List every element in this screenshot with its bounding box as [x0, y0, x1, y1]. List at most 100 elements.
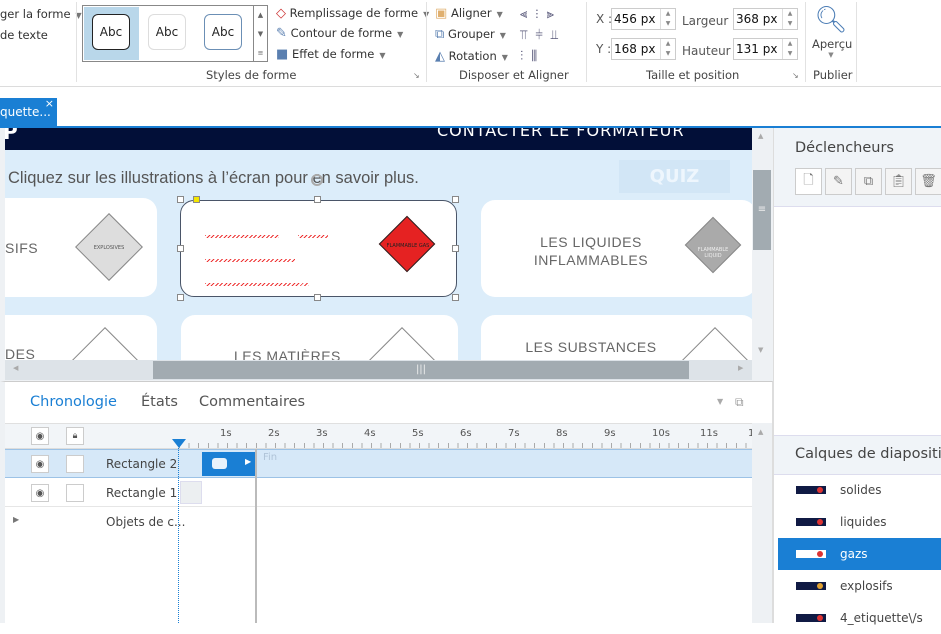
tab-timeline[interactable]: Chronologie	[30, 394, 117, 410]
pencil-icon: ✎	[276, 26, 287, 41]
quiz-button[interactable]: QUIZ	[619, 160, 730, 193]
layer-item[interactable]: 4_etiquette\/s	[778, 602, 941, 634]
x-label: X :	[596, 12, 613, 26]
paste-trigger-icon[interactable]: 📋︎	[885, 168, 912, 195]
rotate-icon: ◭	[435, 49, 445, 64]
end-marker[interactable]	[255, 449, 257, 623]
rotate-button[interactable]: ◭ Rotation ▼	[435, 49, 508, 64]
lock-all-icon[interactable]: 🔒︎	[66, 427, 84, 445]
shape-fill-button[interactable]: ◇ Remplissage de forme▼	[276, 6, 429, 21]
group-button[interactable]: ⧉ Grouper ▼	[435, 27, 506, 42]
resize-handle[interactable]	[177, 294, 184, 301]
resize-handle[interactable]	[177, 245, 184, 252]
timeline-vertical-scrollbar[interactable]: ▲	[752, 423, 772, 623]
row-name: Rectangle 2	[106, 457, 178, 471]
timeline-bar-rectangle-2[interactable]: ▶	[202, 452, 255, 476]
align-button[interactable]: ▣ Aligner ▼	[435, 6, 503, 21]
y-label: Y :	[596, 42, 612, 56]
scroll-up-icon[interactable]: ▲	[758, 132, 763, 140]
playhead-handle[interactable]	[172, 439, 186, 448]
card-row2-2[interactable]: LES MATIÈRES	[181, 315, 458, 360]
tab-notes[interactable]: Commentaires	[199, 394, 305, 410]
selected-card-gases[interactable]: FLAMMABLE GAS	[180, 200, 457, 297]
rotate-handle-icon[interactable]	[311, 174, 323, 186]
preview-button[interactable]: 🔍︎ Aperçu ▼	[812, 3, 852, 59]
horizontal-scrollbar[interactable]: ||| ◀ ▶	[5, 360, 752, 380]
style-preview-1[interactable]: Abc	[92, 14, 130, 50]
ruler-tick-label: 7s	[508, 428, 520, 439]
resize-handle[interactable]	[452, 245, 459, 252]
style-preview-3[interactable]: Abc	[204, 14, 242, 50]
new-trigger-icon[interactable]: 🗋︎	[795, 168, 822, 195]
row-name: Rectangle 1	[106, 486, 178, 500]
slide-tab[interactable]: quette... ×	[0, 97, 57, 126]
adjust-handle[interactable]	[193, 196, 200, 203]
edit-text-button[interactable]: de texte	[0, 28, 48, 42]
ruler-tick-label: 10s	[652, 428, 670, 439]
resize-handle[interactable]	[314, 294, 321, 301]
dialog-launcher-icon[interactable]: ↘	[413, 71, 420, 80]
spinner-arrows[interactable]: ▲ ▼	[660, 9, 675, 29]
edit-trigger-icon[interactable]: ✎	[825, 168, 852, 195]
lock-checkbox[interactable]	[66, 455, 84, 473]
tab-states[interactable]: États	[141, 394, 178, 410]
close-icon[interactable]: ×	[45, 97, 54, 110]
resize-handle[interactable]	[314, 196, 321, 203]
ruler-tick-label: 1s	[220, 428, 232, 439]
undock-icon[interactable]: ⧉	[735, 395, 744, 410]
layer-thumbnail	[796, 614, 826, 622]
row-name-master-objects[interactable]: Objets de c...	[106, 515, 185, 529]
layer-item[interactable]: explosifs	[778, 570, 941, 602]
x-field[interactable]: 456 px ▲ ▼	[611, 8, 676, 30]
eye-icon[interactable]: ◉	[31, 484, 49, 502]
card-row2-1[interactable]: DES	[5, 315, 157, 360]
ribbon: ger la forme ▼ de texte Abc Abc Abc ▲ ▼ ≡ ◇…	[0, 0, 941, 87]
slide: P CONTACTER LE FORMATEUR Cliquez sur les…	[5, 128, 752, 360]
gallery-scroll[interactable]: ▲ ▼ ≡	[254, 5, 268, 62]
card-flammable-liquids[interactable]: LES LIQUIDES INFLAMMABLES FLAMMABLE LIQU…	[481, 200, 752, 297]
collapse-dropdown-icon[interactable]: ▼	[717, 397, 723, 406]
placeholder-text-line	[205, 259, 295, 262]
resize-handle[interactable]	[177, 196, 184, 203]
timeline-bar-rectangle-1[interactable]	[180, 481, 202, 504]
shape-effect-button[interactable]: ■ Effet de forme ▼	[276, 47, 385, 62]
height-field[interactable]: 131 px ▲ ▼	[733, 38, 798, 60]
style-preview-2[interactable]: Abc	[148, 14, 186, 50]
y-field[interactable]: 168 px ▲ ▼	[611, 38, 676, 60]
scroll-thumb[interactable]: ≡	[753, 170, 771, 250]
layer-item[interactable]: solides	[778, 474, 941, 506]
spinner-arrows[interactable]: ▲ ▼	[782, 39, 797, 59]
spinner-arrows[interactable]: ▲ ▼	[660, 39, 675, 59]
change-shape-button[interactable]: ger la forme ▼	[0, 7, 82, 21]
group-label-styles: Styles de forme	[206, 68, 297, 82]
show-all-eye-icon[interactable]: ◉	[31, 427, 49, 445]
layer-item[interactable]: gazs	[778, 538, 941, 570]
layer-item[interactable]: liquides	[778, 506, 941, 538]
resize-handle[interactable]	[452, 294, 459, 301]
eye-icon[interactable]: ◉	[31, 455, 49, 473]
vertical-scrollbar[interactable]: ≡ ▲ ▼	[752, 128, 772, 360]
scroll-right-icon[interactable]: ▶	[738, 364, 743, 372]
spinner-arrows[interactable]: ▲ ▼	[782, 9, 797, 29]
card-explosives[interactable]: SIFS EXPLOSIVES	[5, 198, 157, 297]
scroll-down-icon[interactable]: ▼	[758, 346, 763, 354]
contact-trainer-link[interactable]: CONTACTER LE FORMATEUR	[437, 128, 684, 140]
card-row2-3[interactable]: LES SUBSTANCES TOXIQUES	[481, 315, 752, 360]
group-label-size: Taille et position	[646, 68, 740, 82]
copy-trigger-icon[interactable]: ⧉	[855, 168, 882, 195]
dialog-launcher-icon[interactable]: ↘	[792, 71, 799, 80]
play-icon: ▶	[245, 457, 252, 466]
ruler-tick-label: 5s	[412, 428, 424, 439]
resize-handle[interactable]	[452, 196, 459, 203]
layer-name: gazs	[840, 547, 868, 561]
lock-checkbox[interactable]	[66, 484, 84, 502]
delete-trigger-icon[interactable]: 🗑︎	[915, 168, 941, 195]
width-field[interactable]: 368 px ▲ ▼	[733, 8, 798, 30]
scroll-left-icon[interactable]: ◀	[13, 364, 18, 372]
scroll-thumb[interactable]: |||	[153, 361, 689, 379]
expand-arrow-icon[interactable]: ▶	[13, 515, 19, 524]
shape-outline-button[interactable]: ✎ Contour de forme ▼	[276, 26, 403, 41]
layer-thumbnail	[796, 550, 826, 558]
layer-name: solides	[840, 483, 882, 497]
align-icons-grid[interactable]: ⫷⫶⫸ ⫪⫩⫫ ⫶⫼	[520, 4, 582, 67]
